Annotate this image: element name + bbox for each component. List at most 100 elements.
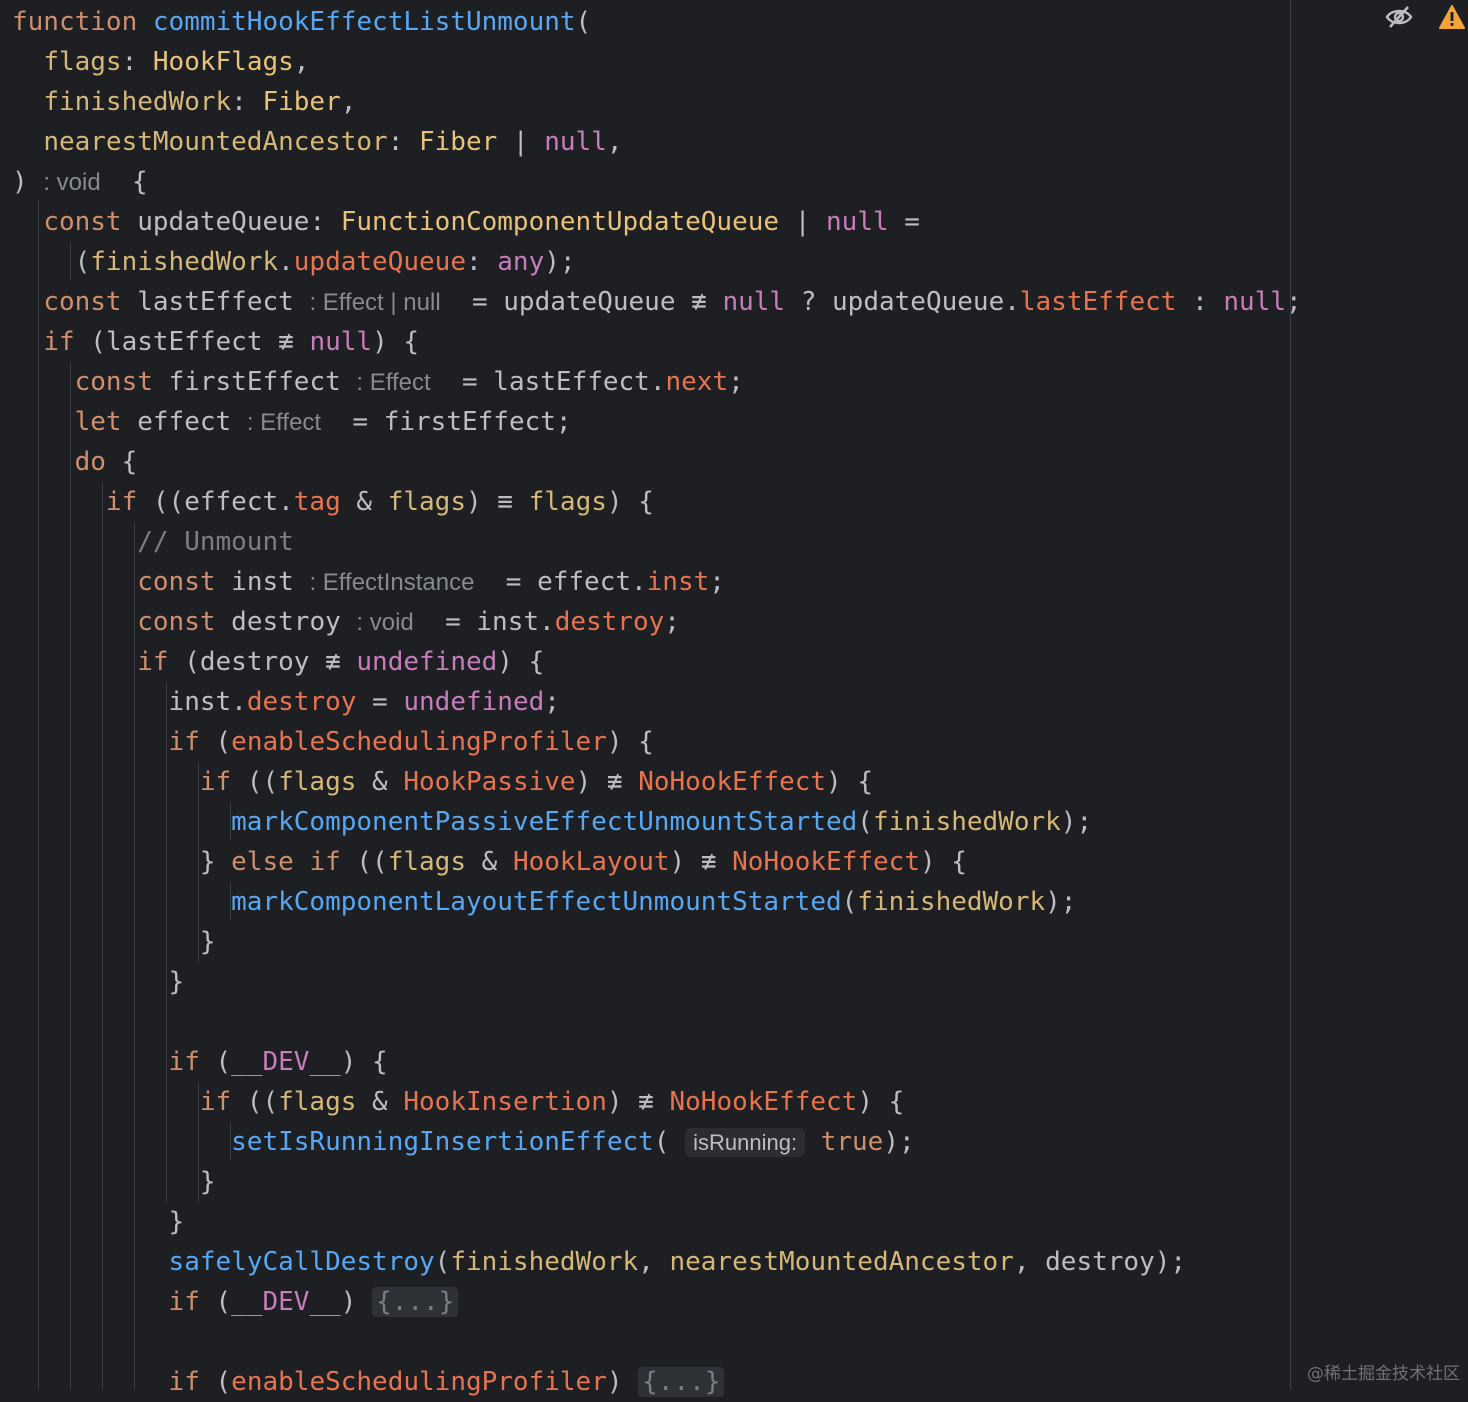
code-line[interactable]: inst.destroy = undefined;	[12, 682, 560, 722]
null-literal: null	[544, 127, 607, 157]
code-line[interactable]: ) : void {	[12, 162, 148, 202]
parameter: flags	[278, 767, 357, 797]
keyword: do	[74, 447, 106, 477]
code-line[interactable]: const lastEffect : Effect | null = updat…	[12, 282, 1301, 322]
field: destroy	[246, 687, 357, 717]
function-call: markComponentLayoutEffectUnmountStarted	[231, 887, 842, 917]
code-line[interactable]: // Unmount	[12, 522, 294, 562]
code-line[interactable]: if (lastEffect ≢ null) {	[12, 322, 419, 362]
keyword: if	[168, 1287, 200, 1317]
keyword: const	[137, 607, 216, 637]
code-line[interactable]: flags: HookFlags,	[12, 42, 309, 82]
code-line[interactable]: finishedWork: Fiber,	[12, 82, 356, 122]
parameter: finishedWork	[857, 887, 1046, 917]
code-line[interactable]: }	[12, 1202, 185, 1242]
folded-code-region[interactable]: {...}	[638, 1367, 725, 1397]
code-line[interactable]: } else if ((flags & HookLayout) ≢ NoHook…	[12, 842, 967, 882]
parameter: flags	[278, 1087, 357, 1117]
null-literal: null	[722, 287, 786, 317]
identifier: firstEffect	[383, 407, 556, 437]
type-hint: : void	[43, 169, 101, 196]
code-line[interactable]: if (__DEV__) {	[12, 1042, 388, 1082]
code-line[interactable]: if ((flags & HookInsertion) ≢ NoHookEffe…	[12, 1082, 904, 1122]
function-name: commitHookEffectListUnmount	[152, 7, 576, 37]
code-line[interactable]: }	[12, 962, 185, 1002]
identifier: lastEffect	[137, 287, 294, 317]
code-line[interactable]: const firstEffect : Effect = lastEffect.…	[12, 362, 744, 402]
identifier: inst	[476, 607, 540, 637]
code-line[interactable]: let effect : Effect = firstEffect;	[12, 402, 572, 442]
code-line[interactable]: const destroy : void = inst.destroy;	[12, 602, 680, 642]
keyword: if	[43, 327, 75, 357]
keyword: if	[168, 727, 200, 757]
comment: // Unmount	[137, 527, 294, 557]
keyword: const	[43, 207, 122, 237]
code-line[interactable]: if (enableSchedulingProfiler) {...}	[12, 1362, 725, 1402]
eye-slash-icon[interactable]	[1384, 4, 1414, 30]
identifier: NoHookEffect	[732, 847, 920, 877]
type-hint: : Effect	[246, 409, 322, 436]
identifier: HookPassive	[403, 767, 576, 797]
identifier: __DEV__	[231, 1287, 341, 1317]
identifier: inst	[168, 687, 232, 717]
keyword: const	[43, 287, 122, 317]
keyword: if	[168, 1367, 200, 1397]
function-call: setIsRunningInsertionEffect	[231, 1127, 654, 1157]
field: inst	[646, 567, 710, 597]
folded-code-region[interactable]: {...}	[372, 1287, 459, 1317]
code-line[interactable]: }	[12, 1162, 216, 1202]
undefined-literal: undefined	[403, 687, 545, 717]
code-line[interactable]: if ((effect.tag & flags) ≡ flags) {	[12, 482, 654, 522]
identifier: NoHookEffect	[638, 767, 827, 797]
parameter: finishedWork	[43, 87, 232, 117]
type-hint: : EffectInstance	[309, 569, 475, 596]
parameter: flags	[387, 487, 466, 517]
code-line[interactable]: markComponentLayoutEffectUnmountStarted(…	[12, 882, 1076, 922]
type-hint: : Effect	[356, 369, 431, 396]
parameter: flags	[387, 847, 466, 877]
code-line[interactable]: if (__DEV__) {...}	[12, 1282, 459, 1322]
type: Fiber	[419, 127, 498, 157]
parameter-hint: isRunning:	[685, 1128, 806, 1157]
code-editor[interactable]: function commitHookEffectListUnmount( fl…	[0, 0, 1468, 1397]
keyword: if	[199, 1087, 232, 1117]
identifier: __DEV__	[231, 1047, 341, 1077]
keyword: if	[309, 847, 341, 877]
code-line[interactable]: function commitHookEffectListUnmount(	[12, 2, 591, 42]
code-line[interactable]: nearestMountedAncestor: Fiber | null,	[12, 122, 622, 162]
null-literal: null	[826, 207, 889, 237]
code-line[interactable]: const updateQueue: FunctionComponentUpda…	[12, 202, 920, 242]
code-line[interactable]: do {	[12, 442, 138, 482]
code-line[interactable]: setIsRunningInsertionEffect( isRunning: …	[12, 1122, 915, 1162]
code-line[interactable]: const inst : EffectInstance = effect.ins…	[12, 562, 725, 602]
undefined-literal: undefined	[356, 647, 498, 677]
code-line[interactable]: (finishedWork.updateQueue: any);	[12, 242, 576, 282]
identifier: inst	[231, 567, 294, 597]
code-line[interactable]: if (enableSchedulingProfiler) {	[12, 722, 654, 762]
parameter: finishedWork	[450, 1247, 639, 1277]
keyword: const	[137, 567, 216, 597]
keyword: let	[74, 407, 122, 437]
code-line[interactable]: safelyCallDestroy(finishedWork, nearestM…	[12, 1242, 1187, 1282]
code-line[interactable]: markComponentPassiveEffectUnmountStarted…	[12, 802, 1092, 842]
type: HookFlags	[152, 47, 294, 77]
code-line[interactable]: if (destroy ≢ undefined) {	[12, 642, 544, 682]
identifier: firstEffect	[168, 367, 341, 397]
identifier: destroy	[1045, 1247, 1155, 1277]
code-line[interactable]: }	[12, 922, 216, 962]
keyword: else	[231, 847, 294, 877]
code-line[interactable]: if ((flags & HookPassive) ≢ NoHookEffect…	[12, 762, 873, 802]
identifier: effect	[184, 487, 279, 517]
type-hint: : Effect | null	[309, 289, 441, 316]
keyword: if	[168, 1047, 200, 1077]
warning-icon[interactable]	[1438, 4, 1466, 30]
function-call: safelyCallDestroy	[168, 1247, 435, 1277]
parameter: finishedWork	[872, 807, 1061, 837]
type-hint: : void	[356, 609, 414, 636]
keyword: if	[199, 767, 232, 797]
type: FunctionComponentUpdateQueue	[340, 207, 780, 237]
parameter: nearestMountedAncestor	[43, 127, 388, 157]
parameter: flags	[43, 47, 122, 77]
type: Fiber	[262, 87, 341, 117]
parameter: nearestMountedAncestor	[669, 1247, 1014, 1277]
